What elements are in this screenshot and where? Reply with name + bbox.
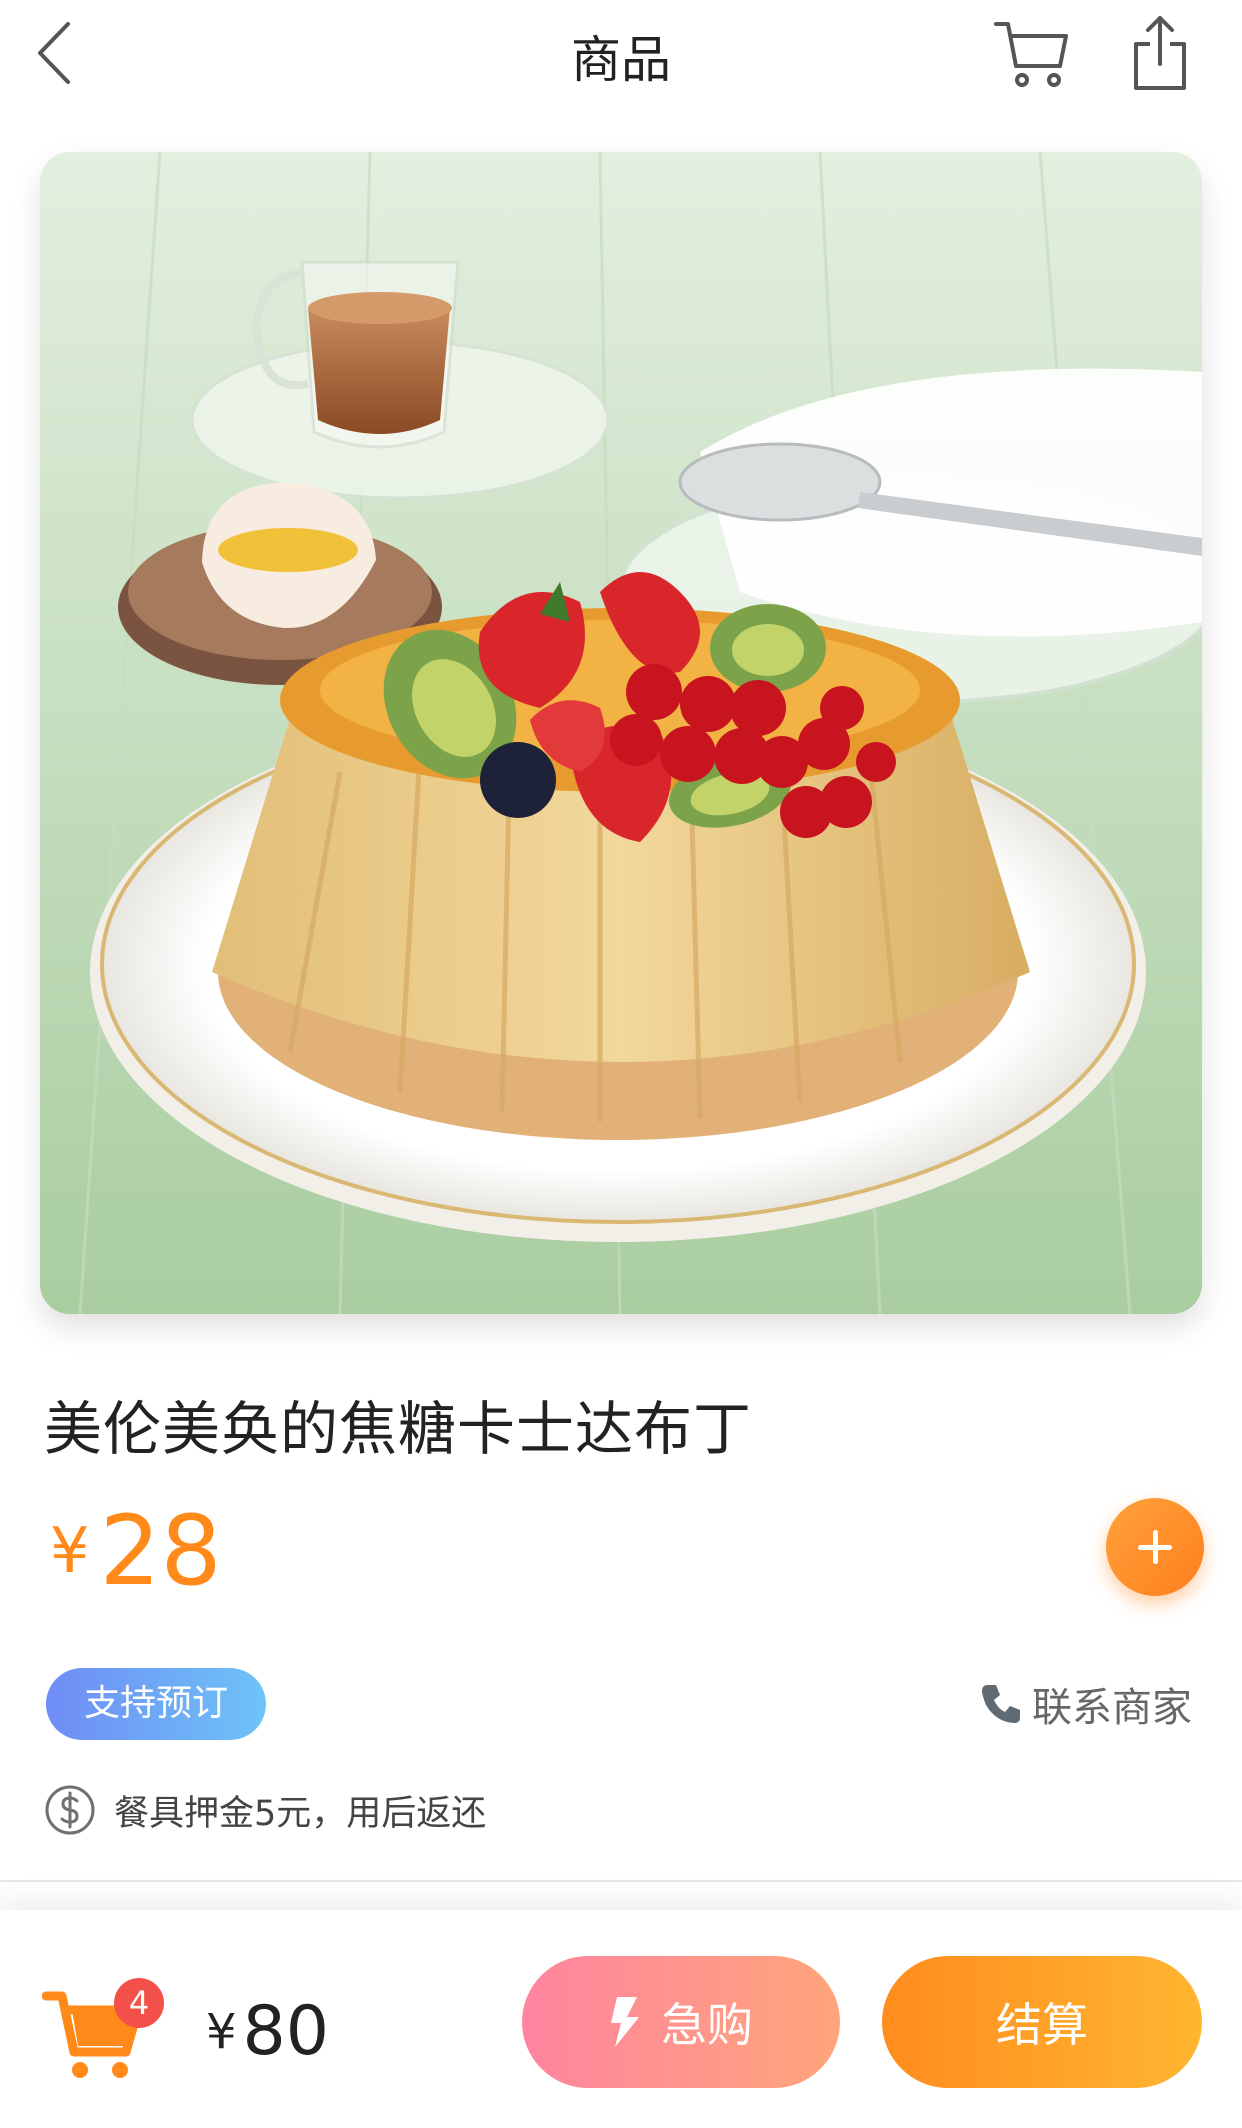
- cart-count-badge: 4: [114, 1978, 164, 2028]
- dollar-icon: [45, 1785, 95, 1835]
- bottom-action-bar: 4 ¥80 急购 结算: [0, 1910, 1242, 2128]
- price-value: 28: [99, 1495, 222, 1607]
- share-icon: [1134, 16, 1186, 90]
- cart-icon: [994, 22, 1068, 87]
- contact-merchant-label: 联系商家: [1032, 1685, 1192, 1731]
- lightning-icon: [611, 1997, 639, 2047]
- contact-merchant-button[interactable]: 联系商家: [978, 1676, 1192, 1732]
- price-currency-symbol: ¥: [50, 1514, 90, 1587]
- top-nav-bar: 商品: [0, 0, 1242, 110]
- preorder-badge: 支持预订: [46, 1668, 266, 1740]
- product-image[interactable]: [40, 152, 1202, 1314]
- deposit-text: 餐具押金5元，用后返还: [114, 1793, 487, 1834]
- total-value: 80: [242, 1992, 330, 2071]
- cart-total: ¥80: [206, 1992, 329, 2071]
- phone-icon: [982, 1685, 1020, 1723]
- product-name: 美伦美奂的焦糖卡士达布丁: [44, 1395, 753, 1463]
- total-currency-symbol: ¥: [206, 2004, 237, 2060]
- checkout-label: 结算: [996, 1998, 1088, 2052]
- add-to-cart-button[interactable]: [1106, 1498, 1204, 1596]
- rush-buy-button[interactable]: 急购: [522, 1956, 840, 2088]
- share-button[interactable]: [1130, 12, 1190, 94]
- checkout-button[interactable]: 结算: [882, 1956, 1202, 2088]
- rush-buy-label: 急购: [661, 1998, 753, 2052]
- cart-button[interactable]: [992, 14, 1072, 94]
- deposit-notice: 餐具押金5元，用后返还: [44, 1782, 486, 1838]
- section-divider: [0, 1880, 1242, 1882]
- product-price: ¥28: [50, 1495, 222, 1607]
